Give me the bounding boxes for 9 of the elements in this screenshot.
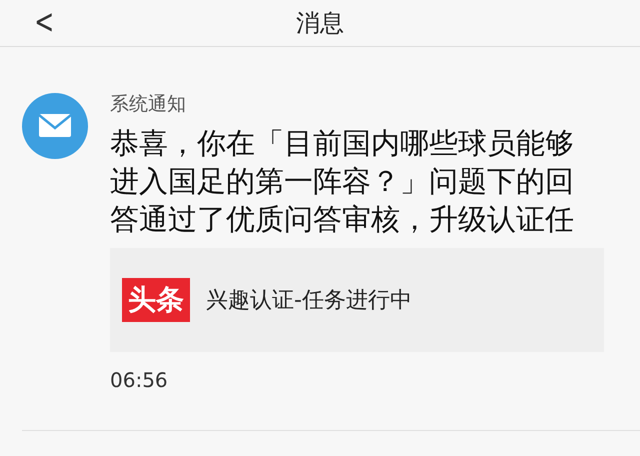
back-button[interactable]: < xyxy=(34,2,54,42)
mail-icon xyxy=(22,93,88,159)
message-text: 恭喜，你在「目前国内哪些球员能够进入国足的第一阵容？」问题下的回答通过了优质问答审核，升级认证任 xyxy=(110,125,575,238)
logo-badge: 头条 xyxy=(122,278,190,322)
sender-name: 系统通知 xyxy=(110,92,187,116)
card-title: 兴趣认证-任务进行中 xyxy=(206,287,412,315)
link-card[interactable]: 头条 兴趣认证-任务进行中 xyxy=(110,248,604,352)
page-title: 消息 xyxy=(296,8,344,39)
timestamp: 06:56 xyxy=(110,368,169,392)
